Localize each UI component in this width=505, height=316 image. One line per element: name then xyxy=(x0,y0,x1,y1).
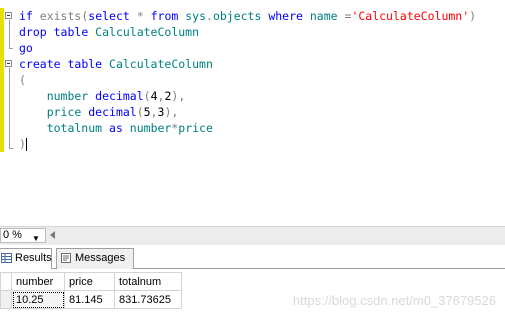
fold-end-marker xyxy=(9,148,13,149)
code-token: create xyxy=(19,57,68,71)
table-row: 10.25 81.145 831.73625 xyxy=(0,290,182,309)
code-token: ( xyxy=(19,73,26,87)
code-line[interactable]: ) xyxy=(19,136,476,152)
code-line[interactable]: price decimal(5,3), xyxy=(19,104,476,120)
code-token: 4 xyxy=(150,89,158,103)
code-token: CalculateColumn xyxy=(109,57,213,71)
fold-guide-line xyxy=(9,68,10,148)
code-token: decimal xyxy=(88,105,137,119)
code-token: CalculateColumn xyxy=(95,25,200,39)
code-token: decimal xyxy=(95,89,144,103)
zoom-value: 0 % xyxy=(3,229,22,241)
code-token: totalnum xyxy=(19,121,110,135)
table-cell[interactable]: 81.145 xyxy=(64,290,115,309)
code-token: number xyxy=(129,121,172,135)
code-token: table xyxy=(67,57,110,71)
fold-guide-line xyxy=(9,20,10,48)
messages-icon xyxy=(61,253,71,263)
code-token: name xyxy=(309,9,345,23)
column-header[interactable]: number xyxy=(11,272,65,291)
code-token: * xyxy=(136,9,151,23)
results-grid[interactable]: number price totalnum 10.25 81.145 831.7… xyxy=(0,269,505,316)
watermark: https://blog.csdn.net/m0_37879526 xyxy=(292,293,496,308)
code-token: , xyxy=(150,105,158,119)
code-line[interactable]: totalnum as number*price xyxy=(19,120,476,136)
code-token: ) xyxy=(469,9,477,23)
code-token: ) xyxy=(19,137,26,151)
code-token: ), xyxy=(164,105,179,119)
tab-results[interactable]: Results xyxy=(0,248,52,270)
results-tabbar: Results Messages xyxy=(0,245,505,270)
code-token: . xyxy=(206,9,213,23)
results-table: number price totalnum 10.25 81.145 831.7… xyxy=(0,272,182,309)
code-line[interactable]: drop table CalculateColumn xyxy=(19,24,476,40)
code-token: exists xyxy=(39,9,82,23)
zoom-bar: 0 % ▼ xyxy=(0,226,505,245)
code-token: select xyxy=(88,9,137,23)
code-token: where xyxy=(268,9,310,23)
table-cell[interactable]: 831.73625 xyxy=(114,290,182,309)
tab-results-label: Results xyxy=(15,252,52,264)
code-token: sys xyxy=(185,9,206,23)
code-token: ), xyxy=(171,89,186,103)
row-header-corner[interactable] xyxy=(0,272,12,291)
table-header-row: number price totalnum xyxy=(0,272,182,291)
column-header[interactable]: price xyxy=(64,272,115,291)
code-token: ( xyxy=(143,89,151,103)
code-token: 5 xyxy=(143,105,151,119)
code-line[interactable]: create table CalculateColumn xyxy=(19,56,476,72)
code-token: objects xyxy=(212,9,269,23)
code-line[interactable]: ( xyxy=(19,72,476,88)
grid-icon xyxy=(1,253,12,263)
code-token: if xyxy=(19,9,40,23)
tab-messages-label: Messages xyxy=(75,252,126,264)
zoom-select[interactable]: 0 % ▼ xyxy=(0,228,46,243)
code-line[interactable]: go xyxy=(19,40,476,56)
change-tracking-bar xyxy=(0,8,4,152)
code-token: ( xyxy=(136,105,144,119)
code-line[interactable]: if exists(select * from sys.objects wher… xyxy=(19,8,476,24)
code-token: table xyxy=(53,25,96,39)
code-token: drop xyxy=(19,25,54,39)
row-header[interactable] xyxy=(0,290,12,309)
code-token: 'CalculateColumn' xyxy=(351,9,470,23)
collapse-if-block-icon[interactable] xyxy=(5,12,12,19)
code-token: as xyxy=(109,121,130,135)
code-token: go xyxy=(19,41,33,55)
column-header[interactable]: totalnum xyxy=(114,272,182,291)
scroll-left-icon[interactable] xyxy=(50,231,55,239)
chevron-down-icon[interactable]: ▼ xyxy=(32,232,40,245)
tab-messages[interactable]: Messages xyxy=(56,248,134,269)
code-token: from xyxy=(150,9,186,23)
code-token: price xyxy=(178,121,213,135)
fold-end-marker xyxy=(9,48,13,49)
code-line[interactable]: number decimal(4,2), xyxy=(19,88,476,104)
table-cell[interactable]: 10.25 xyxy=(11,290,65,309)
code-token: number xyxy=(19,89,96,103)
code-token: price xyxy=(19,105,89,119)
text-caret xyxy=(25,138,27,151)
sql-code[interactable]: if exists ( select * from sys.objects wher… xyxy=(19,8,476,152)
collapse-create-block-icon[interactable] xyxy=(5,60,12,67)
sql-editor[interactable]: if exists ( select * from sys.objects wher… xyxy=(0,0,505,226)
